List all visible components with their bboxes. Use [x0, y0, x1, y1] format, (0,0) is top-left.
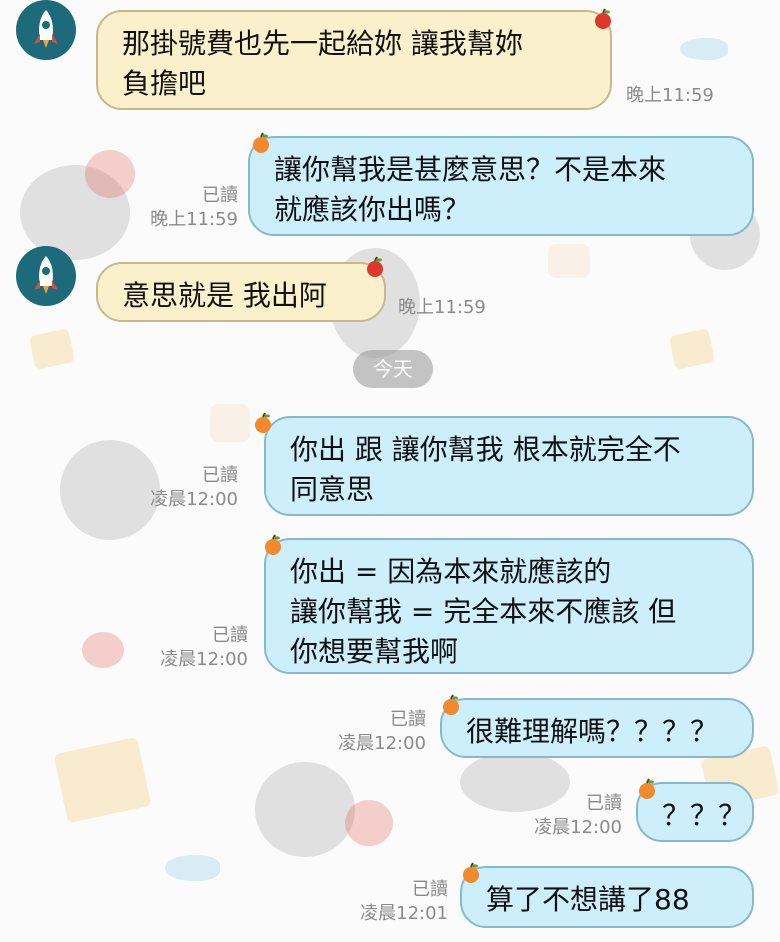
read-receipt: 已讀 [202, 465, 238, 486]
read-receipt: 已讀 [586, 793, 622, 814]
read-receipt: 已讀 [390, 709, 426, 730]
message-bubble-sent[interactable]: 很難理解嗎？？？？ [440, 698, 754, 758]
rocket-icon [34, 256, 58, 294]
message-bubble-received[interactable]: 意思就是 我出阿 [96, 262, 386, 322]
message-bubble-sent[interactable]: 讓你幫我是甚麼意思？不是本來 就應該你出嗎？ [248, 136, 754, 236]
message-time: 凌晨12:00 [534, 817, 622, 838]
apple-icon [253, 132, 269, 153]
background-apple-sticker [85, 150, 135, 198]
apple-icon [463, 862, 479, 883]
message-time: 晚上11:59 [398, 297, 486, 318]
background-apple-sticker [82, 632, 124, 668]
apple-icon [265, 534, 281, 555]
read-receipt: 已讀 [212, 625, 248, 646]
background-cup-sticker [548, 244, 590, 278]
message-time: 凌晨12:00 [150, 489, 238, 510]
rocket-icon [34, 10, 58, 48]
message-bubble-sent[interactable]: 你出 跟 讓你幫我 根本就完全不 同意思 [264, 416, 754, 516]
message-time: 晚上11:59 [626, 85, 714, 106]
background-fish-sticker [680, 38, 728, 60]
chat-area: 那掛號費也先一起給妳 讓我幫妳 負擔吧 晚上11:59 讓你幫我是甚麼意思？不是… [0, 0, 780, 942]
message-bubble-sent[interactable]: 你出 = 因為本來就應該的 讓你幫我 = 完全本來不應該 但 你想要幫我啊 [264, 538, 754, 674]
background-cheese-sticker [668, 328, 716, 370]
apple-icon [443, 694, 459, 715]
background-apple-sticker [345, 800, 393, 846]
message-time: 晚上11:59 [150, 209, 238, 230]
message-time: 凌晨12:01 [360, 903, 448, 924]
apple-icon [639, 778, 655, 799]
apple-icon [367, 256, 383, 277]
message-time: 凌晨12:00 [160, 649, 248, 670]
contact-avatar[interactable] [16, 246, 76, 306]
background-fish-sticker [165, 855, 220, 881]
message-time: 凌晨12:00 [338, 733, 426, 754]
apple-icon [595, 8, 611, 29]
background-cup-sticker [210, 404, 250, 442]
read-receipt: 已讀 [202, 185, 238, 206]
read-receipt: 已讀 [412, 879, 448, 900]
background-cat-sticker [255, 762, 355, 857]
background-cheese-sticker [53, 736, 152, 824]
background-cheese-sticker [28, 328, 76, 370]
message-bubble-received[interactable]: 那掛號費也先一起給妳 讓我幫妳 負擔吧 [96, 10, 612, 110]
apple-icon [255, 412, 271, 433]
message-bubble-sent[interactable]: 算了不想講了88 [460, 866, 754, 928]
date-divider: 今天 [353, 350, 433, 388]
contact-avatar[interactable] [16, 0, 76, 60]
